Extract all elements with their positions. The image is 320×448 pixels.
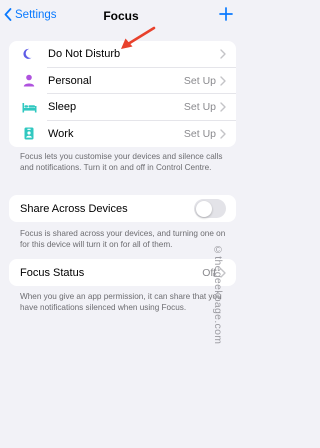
focus-mode-value: Set Up <box>183 127 216 140</box>
share-across-devices-toggle[interactable] <box>194 199 226 218</box>
moon-icon <box>20 48 38 60</box>
chevron-right-icon <box>220 76 226 86</box>
annotation-arrow-icon <box>121 26 156 49</box>
focus-modes-list: Do Not Disturb Personal Set Up Sleep Set… <box>9 41 236 147</box>
focus-mode-label: Sleep <box>48 101 77 114</box>
id-badge-icon <box>20 127 38 140</box>
bed-icon <box>20 102 38 113</box>
focus-mode-label: Work <box>48 127 74 140</box>
toggle-knob <box>195 200 212 217</box>
person-icon <box>20 74 38 87</box>
share-across-devices-row: Share Across Devices <box>9 195 236 222</box>
share-footer-text: Focus is shared across your devices, and… <box>20 229 226 249</box>
chevron-right-icon <box>220 102 226 112</box>
focus-mode-label: Personal <box>48 74 92 87</box>
share-across-devices-label: Share Across Devices <box>20 202 128 215</box>
share-across-devices-group: Share Across Devices <box>9 195 236 222</box>
focus-mode-work[interactable]: Work Set Up <box>9 121 236 148</box>
focus-footer-text: Focus lets you customise your devices an… <box>20 152 223 172</box>
focus-mode-personal[interactable]: Personal Set Up <box>9 68 236 95</box>
focus-status-label: Focus Status <box>20 266 85 279</box>
watermark-text: ©thegeekpage.com <box>212 244 224 345</box>
chevron-right-icon <box>220 49 226 59</box>
focus-mode-sleep[interactable]: Sleep Set Up <box>9 94 236 121</box>
chevron-right-icon <box>220 129 226 139</box>
focus-mode-value: Set Up <box>183 101 216 114</box>
page-title: Focus <box>103 9 139 23</box>
status-footer-text: When you give an app permission, it can … <box>20 292 222 312</box>
focus-mode-value: Set Up <box>183 74 216 87</box>
plus-icon[interactable] <box>219 7 233 21</box>
